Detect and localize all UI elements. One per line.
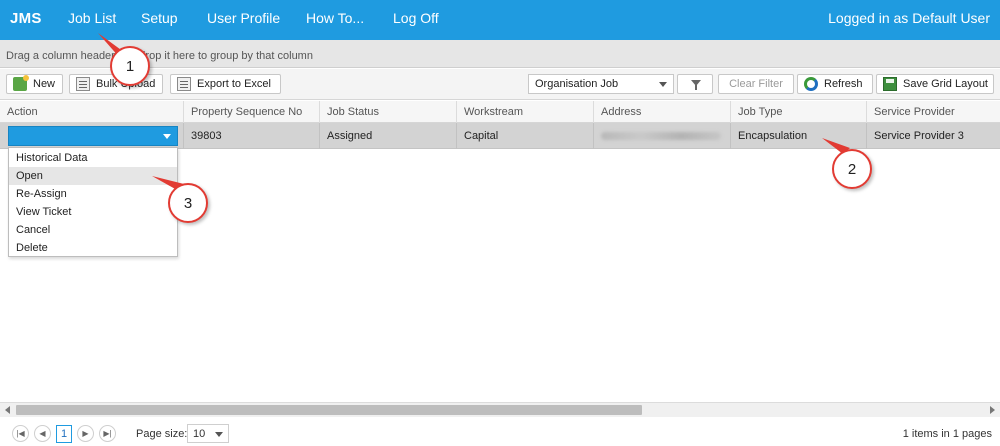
column-header-job-type[interactable]: Job Type — [731, 101, 867, 123]
group-hint: Drag a column header and drop it here to… — [6, 50, 313, 62]
menu-item-delete[interactable]: Delete — [9, 239, 177, 257]
chevron-down-icon — [163, 134, 171, 139]
column-header-property-sequence-no[interactable]: Property Sequence No — [184, 101, 320, 123]
callout-2: 2 — [832, 149, 872, 189]
column-header-job-status[interactable]: Job Status — [320, 101, 457, 123]
menu-item-re-assign[interactable]: Re-Assign — [9, 185, 177, 203]
cell-property-sequence-no: 39803 — [184, 123, 320, 149]
first-page-icon: |◀ — [16, 429, 25, 438]
callout-3: 3 — [168, 183, 208, 223]
grid-header: Action Property Sequence No Job Status W… — [0, 101, 1000, 123]
previous-page-button[interactable]: ◀ — [34, 425, 51, 442]
nav-log-off[interactable]: Log Off — [393, 10, 439, 26]
column-header-service-provider[interactable]: Service Provider — [867, 101, 1000, 123]
refresh-icon — [804, 77, 818, 91]
current-page[interactable]: 1 — [56, 425, 72, 443]
nav-setup[interactable]: Setup — [141, 10, 178, 26]
cell-workstream: Capital — [457, 123, 594, 149]
new-icon — [13, 75, 29, 91]
action-select[interactable] — [8, 126, 178, 146]
brand-logo[interactable]: JMS — [10, 10, 42, 27]
excel-document-icon — [177, 77, 191, 91]
menu-item-open[interactable]: Open — [9, 167, 177, 185]
horizontal-scrollbar[interactable] — [0, 402, 1000, 417]
last-page-icon: ▶| — [103, 429, 112, 438]
chevron-down-icon — [215, 432, 223, 437]
callout-1: 1 — [110, 46, 150, 86]
new-button[interactable]: New — [6, 74, 63, 94]
menu-item-view-ticket[interactable]: View Ticket — [9, 203, 177, 221]
grid-toolbar: New Bulk Upload Export to Excel Organisa… — [0, 69, 1000, 100]
nav-job-list[interactable]: Job List — [68, 10, 116, 26]
column-header-workstream[interactable]: Workstream — [457, 101, 594, 123]
filter-funnel-icon — [691, 80, 701, 90]
refresh-label: Refresh — [824, 78, 863, 90]
save-grid-layout-button[interactable]: Save Grid Layout — [876, 74, 994, 94]
previous-page-icon: ◀ — [39, 429, 46, 438]
new-button-label: New — [33, 78, 56, 90]
next-page-icon: ▶ — [82, 429, 89, 438]
refresh-button[interactable]: Refresh — [797, 74, 873, 94]
cell-address — [594, 123, 731, 149]
save-floppy-icon — [883, 77, 897, 91]
clear-filter-button[interactable]: Clear Filter — [718, 74, 794, 94]
save-grid-layout-label: Save Grid Layout — [903, 78, 988, 90]
column-header-address[interactable]: Address — [594, 101, 731, 123]
organisation-select[interactable]: Organisation Job — [528, 74, 674, 94]
organisation-select-value: Organisation Job — [535, 78, 619, 90]
page-size-label: Page size: — [136, 428, 188, 440]
export-excel-button[interactable]: Export to Excel — [170, 74, 281, 94]
cell-job-status: Assigned — [320, 123, 457, 149]
menu-item-cancel[interactable]: Cancel — [9, 221, 177, 239]
chevron-down-icon — [659, 82, 667, 87]
scroll-thumb[interactable] — [16, 405, 642, 415]
action-dropdown-menu: Historical Data Open Re-Assign View Tick… — [8, 147, 178, 257]
export-excel-label: Export to Excel — [197, 78, 271, 90]
pager: |◀ ◀ 1 ▶ ▶| Page size: 10 1 items in 1 p… — [0, 420, 1000, 446]
clear-filter-label: Clear Filter — [729, 78, 783, 90]
group-panel[interactable]: Drag a column header and drop it here to… — [0, 40, 1000, 68]
menu-item-historical-data[interactable]: Historical Data — [9, 149, 177, 167]
filter-button[interactable] — [677, 74, 713, 94]
next-page-button[interactable]: ▶ — [77, 425, 94, 442]
cell-service-provider: Service Provider 3 — [874, 130, 964, 142]
scroll-right-arrow-icon[interactable] — [990, 406, 995, 414]
redacted-address — [601, 132, 721, 140]
nav-user-profile[interactable]: User Profile — [207, 10, 280, 26]
scroll-left-arrow-icon[interactable] — [5, 406, 10, 414]
top-nav-bar: JMS Job List Setup User Profile How To..… — [0, 0, 1000, 40]
first-page-button[interactable]: |◀ — [12, 425, 29, 442]
upload-document-icon — [76, 77, 90, 91]
nav-how-to[interactable]: How To... — [306, 10, 364, 26]
page-size-value: 10 — [193, 428, 206, 440]
page-size-select[interactable]: 10 — [187, 424, 229, 443]
column-header-action[interactable]: Action — [0, 101, 184, 123]
login-status: Logged in as Default User — [828, 10, 990, 26]
cell-job-type: Encapsulation — [731, 123, 867, 149]
items-info: 1 items in 1 pages — [902, 428, 992, 440]
last-page-button[interactable]: ▶| — [99, 425, 116, 442]
